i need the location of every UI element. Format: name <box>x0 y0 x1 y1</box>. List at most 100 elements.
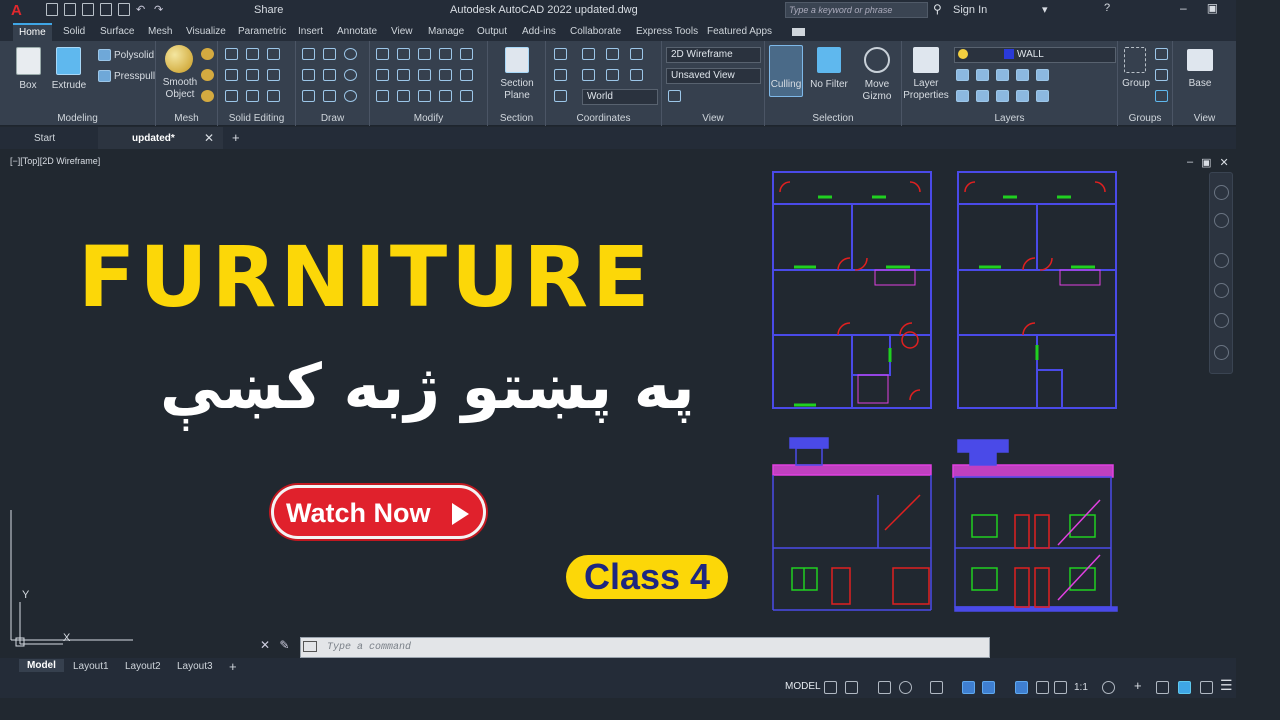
polysolid-button[interactable]: Polysolid <box>114 50 154 62</box>
tab-collaborate[interactable]: Collaborate <box>570 26 621 37</box>
offset-edge-icon[interactable] <box>246 90 259 102</box>
zoom-extents-icon[interactable] <box>1214 283 1229 298</box>
showmotion-icon[interactable] <box>1214 345 1229 360</box>
orbit-icon[interactable] <box>1214 313 1229 328</box>
offset-icon[interactable] <box>397 90 410 102</box>
layer-match-icon[interactable] <box>956 69 969 81</box>
panel-title-draw[interactable]: Draw <box>296 113 369 124</box>
layer-previous-icon[interactable] <box>976 69 989 81</box>
panel-title-modeling[interactable]: Modeling <box>0 113 155 124</box>
ucs-origin-icon[interactable] <box>582 48 595 60</box>
layer-make-current-icon[interactable] <box>1036 69 1049 81</box>
mesh-smooth-less-icon[interactable] <box>201 69 214 81</box>
open-icon[interactable] <box>64 3 76 16</box>
command-history-icon[interactable] <box>303 641 317 652</box>
tab-mesh[interactable]: Mesh <box>148 26 172 37</box>
move-gizmo-button[interactable]: Move Gizmo <box>857 79 897 103</box>
save-icon[interactable] <box>82 3 94 16</box>
panel-title-solid-editing[interactable]: Solid Editing <box>218 113 295 124</box>
sign-in-button[interactable]: Sign In <box>953 4 987 16</box>
group-icon[interactable] <box>1124 47 1146 73</box>
saveas-icon[interactable] <box>100 3 112 16</box>
array-icon[interactable] <box>439 69 452 81</box>
rectangle-icon[interactable] <box>323 90 336 102</box>
autocad-logo[interactable]: A <box>11 2 22 19</box>
mesh-refine-icon[interactable] <box>201 90 214 102</box>
join-icon[interactable] <box>418 90 431 102</box>
polysolid-icon[interactable] <box>98 49 111 61</box>
grid-icon[interactable] <box>824 681 837 694</box>
presspull-button[interactable]: Presspull <box>114 71 155 83</box>
ucs-x-icon[interactable] <box>630 69 643 81</box>
annotation-scale-icon[interactable] <box>1054 681 1067 694</box>
undo-icon[interactable]: ↶ <box>136 3 148 16</box>
panel-title-groups[interactable]: Groups <box>1118 113 1172 124</box>
slice-icon[interactable] <box>246 69 259 81</box>
group-button[interactable]: Group <box>1120 78 1152 90</box>
ucs-face-icon[interactable] <box>606 69 619 81</box>
extrude-button[interactable]: Extrude <box>50 80 88 92</box>
break-icon[interactable] <box>439 90 452 102</box>
panel-title-view[interactable]: View <box>662 113 764 124</box>
visual-style-dropdown[interactable]: 2D Wireframe <box>666 47 761 63</box>
extract-edges-icon[interactable] <box>225 90 238 102</box>
object-snap-tracking-icon[interactable] <box>962 681 975 694</box>
trim-icon[interactable] <box>460 48 473 60</box>
model-space-toggle[interactable]: MODEL <box>785 681 821 692</box>
tab-surface[interactable]: Surface <box>100 26 134 37</box>
search-input[interactable]: Type a keyword or phrase <box>785 2 928 18</box>
layer-unisolate-icon[interactable] <box>1016 69 1029 81</box>
group-select-icon[interactable] <box>1155 90 1168 102</box>
polar-icon[interactable] <box>899 681 912 694</box>
tab-insert[interactable]: Insert <box>298 26 323 37</box>
subtract-icon[interactable] <box>246 48 259 60</box>
viewport-config-icon[interactable] <box>668 90 681 102</box>
plot-icon[interactable] <box>118 3 130 16</box>
new-layout-icon[interactable]: + <box>229 659 237 674</box>
union-icon[interactable] <box>225 48 238 60</box>
object-snap-icon[interactable] <box>982 681 995 694</box>
mesh-smooth-more-icon[interactable] <box>201 48 214 60</box>
tab-featured-apps[interactable]: Featured Apps <box>707 26 772 37</box>
ucs-named-icon[interactable] <box>554 90 567 102</box>
tab-output[interactable]: Output <box>477 26 507 37</box>
scale-icon[interactable] <box>397 69 410 81</box>
panel-title-mesh[interactable]: Mesh <box>156 113 217 124</box>
layout-tab-model[interactable]: Model <box>19 659 64 672</box>
new-icon[interactable] <box>46 3 58 16</box>
share-button[interactable]: Share <box>254 4 283 16</box>
viewport-minimize-icon[interactable]: – <box>1187 156 1193 169</box>
intersect-icon[interactable] <box>267 48 280 60</box>
smooth-object-icon[interactable] <box>165 45 193 73</box>
layer-dropdown[interactable]: WALL <box>954 47 1116 63</box>
mirror-icon[interactable] <box>376 69 389 81</box>
tab-manage[interactable]: Manage <box>428 26 464 37</box>
tab-solid[interactable]: Solid <box>63 26 85 37</box>
interfere-icon[interactable] <box>225 69 238 81</box>
ucs-dropdown[interactable]: World <box>582 89 658 105</box>
workspace-gear-icon[interactable] <box>1102 681 1115 694</box>
tab-visualize[interactable]: Visualize <box>186 26 226 37</box>
copy-icon[interactable] <box>397 48 410 60</box>
section-plane-icon[interactable] <box>505 47 529 73</box>
base-view-icon[interactable] <box>1187 49 1213 71</box>
command-customize-icon[interactable]: ✎ <box>279 638 289 652</box>
ucs-object-icon[interactable] <box>582 69 595 81</box>
tab-annotate[interactable]: Annotate <box>337 26 377 37</box>
command-close-icon[interactable]: ✕ <box>260 638 270 652</box>
group-edit-icon[interactable] <box>1155 69 1168 81</box>
viewport-restore-icon[interactable]: ▣ <box>1201 156 1211 169</box>
layer-on-icon[interactable] <box>958 49 968 59</box>
panel-title-layers[interactable]: Layers <box>902 113 1117 124</box>
layer-properties-button[interactable]: Layer Properties <box>902 78 950 102</box>
no-filter-icon[interactable] <box>817 47 841 73</box>
named-view-dropdown[interactable]: Unsaved View <box>666 68 761 84</box>
layout-tab-layout1[interactable]: Layout1 <box>73 661 109 672</box>
scale-readout[interactable]: 1:1 <box>1074 682 1088 693</box>
smooth-object-button[interactable]: Smooth Object <box>158 77 202 101</box>
ucs-z-icon[interactable] <box>606 48 619 60</box>
panel-title-view-base[interactable]: View <box>1173 113 1236 124</box>
layout-tab-layout3[interactable]: Layout3 <box>177 661 213 672</box>
layer-isolate-icon[interactable] <box>996 69 1009 81</box>
isolate-objects-icon[interactable] <box>1200 681 1213 694</box>
